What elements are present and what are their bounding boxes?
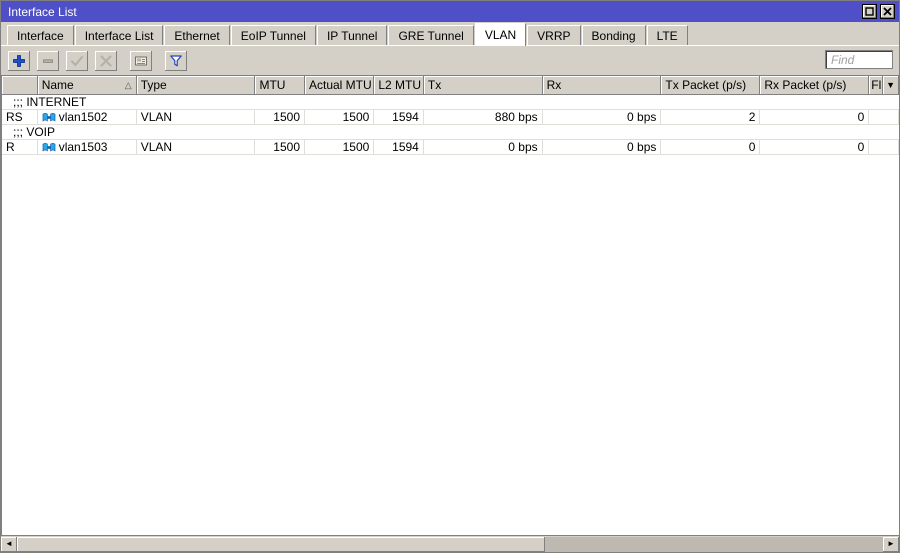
window-title: Interface List [8,5,862,19]
cell-l2-mtu: 1594 [374,140,424,154]
cell-actual-mtu: 1500 [305,140,374,154]
cell-actual-mtu: 1500 [305,110,374,124]
filter-button[interactable] [164,50,188,72]
column-header-rx-packet[interactable]: Rx Packet (p/s) [760,76,869,94]
cell-rx-packet: 0 [760,140,869,154]
tab-gre-tunnel[interactable]: GRE Tunnel [388,25,473,46]
cell-l2-mtu: 1594 [374,110,424,124]
arrow-right-icon: ► [887,540,895,548]
find-input[interactable]: Find [825,50,893,69]
minus-icon [41,54,55,68]
column-header-type[interactable]: Type [137,76,256,94]
comment-row[interactable]: ;;; VOIP [2,125,899,140]
cell-flags: R [2,140,38,154]
tab-interface-list[interactable]: Interface List [75,25,164,46]
cell-flags: RS [2,110,38,124]
column-header-l2-mtu[interactable]: L2 MTU [374,76,424,94]
cell-fl [869,110,899,124]
plus-icon [12,54,26,68]
vlan-interface-icon [42,142,56,153]
table-body: ;;; INTERNET RS vlan1502 VLAN 1500 1500 [2,95,899,535]
maximize-button[interactable] [862,4,877,19]
remove-button[interactable] [36,50,60,72]
check-icon [70,54,84,68]
cell-fl [869,140,899,154]
disable-button[interactable] [94,50,118,72]
horizontal-scrollbar[interactable]: ◄ ► [1,535,899,552]
column-header-name[interactable]: Name △ [38,76,137,94]
tab-vrrp[interactable]: VRRP [527,25,580,46]
interface-list-window: Interface List Interface Interface List … [0,0,900,553]
cell-tx-packet: 2 [661,110,760,124]
cell-type: VLAN [137,110,256,124]
tab-vlan[interactable]: VLAN [475,23,526,46]
scroll-right-button[interactable]: ► [883,537,899,552]
cell-mtu: 1500 [255,110,305,124]
interface-table: Name △ Type MTU Actual MTU L2 MTU Tx Rx … [1,75,899,535]
tab-bonding[interactable]: Bonding [582,25,646,46]
tab-ethernet[interactable]: Ethernet [164,25,229,46]
cell-name-label: vlan1502 [59,110,108,124]
enable-button[interactable] [65,50,89,72]
add-button[interactable] [7,50,31,72]
scrollbar-thumb[interactable] [17,537,545,552]
cell-rx-packet: 0 [760,110,869,124]
table-row[interactable]: R vlan1503 VLAN 1500 1500 1594 0 bps [2,140,899,155]
close-button[interactable] [880,4,895,19]
comment-icon [134,54,148,68]
scroll-left-button[interactable]: ◄ [1,537,17,552]
tab-lte[interactable]: LTE [647,25,688,46]
toolbar: Find [1,46,899,75]
cell-tx-packet: 0 [661,140,760,154]
funnel-icon [169,54,183,68]
tab-interface[interactable]: Interface [7,25,74,46]
cell-name: vlan1503 [38,140,137,154]
comment-button[interactable] [129,50,153,72]
sort-ascending-icon: △ [121,81,132,90]
maximize-icon [865,7,874,16]
cell-rx: 0 bps [543,140,662,154]
cell-name-label: vlan1503 [59,140,108,154]
scrollbar-track[interactable] [17,537,883,552]
tab-ip-tunnel[interactable]: IP Tunnel [317,25,387,46]
cell-rx: 0 bps [543,110,662,124]
column-header-tx-packet[interactable]: Tx Packet (p/s) [661,76,760,94]
column-header-actual-mtu[interactable]: Actual MTU [305,76,374,94]
arrow-left-icon: ◄ [5,540,13,548]
column-header-flags[interactable] [2,76,38,94]
column-header-name-label: Name [42,76,74,94]
find-placeholder: Find [831,53,854,67]
table-row[interactable]: RS vlan1502 VLAN 1500 1500 1594 880 bps [2,110,899,125]
cross-icon [99,54,113,68]
table-header: Name △ Type MTU Actual MTU L2 MTU Tx Rx … [2,76,899,95]
chevron-down-icon: ▼ [886,81,895,90]
window-controls [862,4,895,19]
close-icon [883,7,892,16]
vlan-interface-icon [42,112,56,123]
cell-tx: 0 bps [424,140,543,154]
window-titlebar: Interface List [1,1,899,22]
tab-bar: Interface Interface List Ethernet EoIP T… [1,22,899,46]
comment-row[interactable]: ;;; INTERNET [2,95,899,110]
column-header-rx[interactable]: Rx [543,76,662,94]
column-header-mtu[interactable]: MTU [255,76,305,94]
column-chooser-button[interactable]: ▼ [883,76,899,94]
column-header-fl[interactable]: Fl [869,76,883,94]
cell-name: vlan1502 [38,110,137,124]
tab-eoip-tunnel[interactable]: EoIP Tunnel [231,25,316,46]
cell-tx: 880 bps [424,110,543,124]
column-header-tx[interactable]: Tx [424,76,543,94]
cell-type: VLAN [137,140,256,154]
cell-mtu: 1500 [255,140,305,154]
